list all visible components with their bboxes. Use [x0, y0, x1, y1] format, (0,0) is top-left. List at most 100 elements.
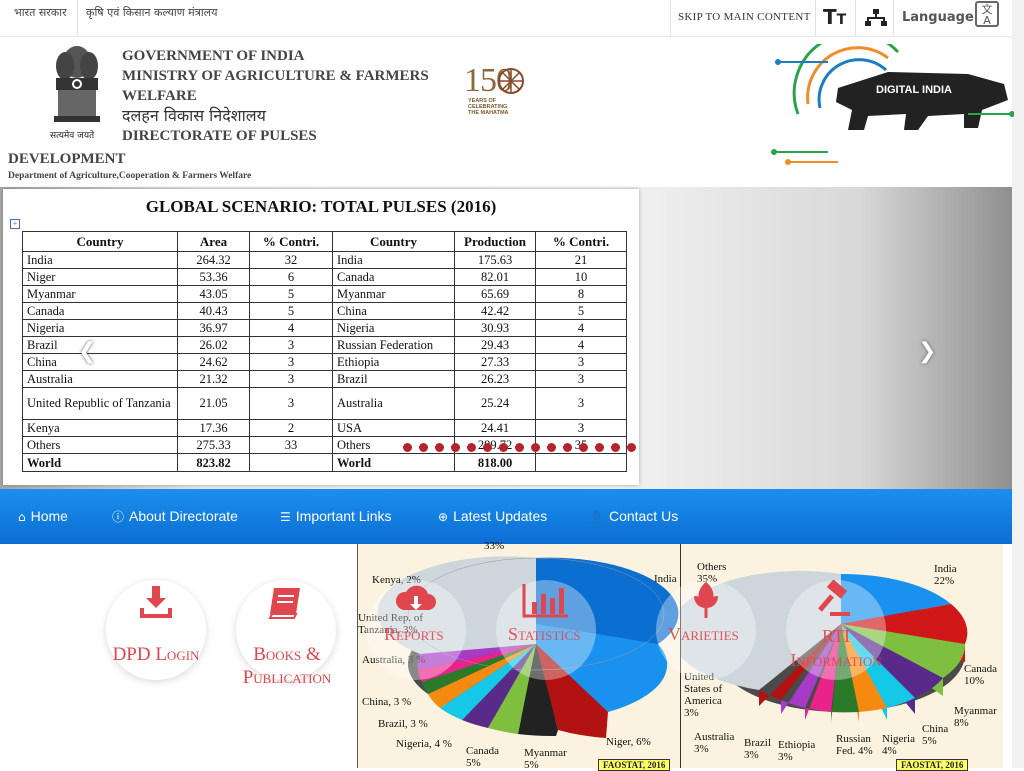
nav-about-directorate[interactable]: ⓘ About Directorate	[112, 504, 238, 528]
carousel-indicator-dot[interactable]	[531, 443, 540, 452]
table-cell: 21.05	[177, 387, 250, 420]
sitemap-icon[interactable]	[865, 9, 887, 27]
title-line-6: DEVELOPMENT	[8, 151, 126, 167]
table-cell: 823.82	[177, 453, 250, 472]
nav-contact-us[interactable]: 👤 Contact Us	[589, 504, 678, 528]
table-cell: World	[22, 453, 178, 472]
pie-label: India 22%	[934, 563, 957, 587]
nav-important-links[interactable]: ☰ Important Links	[280, 504, 391, 528]
ministry-hindi-link[interactable]: कृषि एवं किसान कल्याण मंत्रालय	[86, 5, 218, 20]
table-cell: 175.63	[454, 251, 536, 269]
table-cell: 53.36	[177, 268, 250, 286]
language-translate-icon[interactable]: 文A	[975, 1, 999, 27]
pie-label: India	[654, 573, 677, 585]
list-icon: ☰	[280, 510, 291, 524]
varieties-label[interactable]: Varieties	[668, 624, 739, 645]
table-cell: 25.24	[454, 387, 536, 420]
table-row: Nigeria 36.97 4 Nigeria 30.93 4	[22, 319, 627, 337]
table-cell: 82.01	[454, 268, 536, 286]
divider	[815, 0, 816, 36]
charkha-icon	[498, 68, 524, 94]
table-cell	[535, 453, 627, 472]
gavel-icon	[818, 580, 850, 616]
table-row: World 823.82 World 818.00	[22, 453, 627, 472]
carousel-indicator-dot[interactable]	[547, 443, 556, 452]
leaf-icon	[694, 582, 718, 618]
download-icon	[140, 586, 172, 618]
table-row: Myanmar 43.05 5 Myanmar 65.69 8	[22, 285, 627, 303]
cloud-download-icon	[395, 585, 436, 610]
carousel-indicator-dot[interactable]	[595, 443, 604, 452]
books-publication-label[interactable]: Books & Publication	[220, 643, 354, 689]
carousel-indicator-dot[interactable]	[419, 443, 428, 452]
pie-label: Brazil 3%	[744, 737, 771, 761]
pie-label: Canada 5%	[466, 745, 499, 769]
carousel-indicator-dot[interactable]	[435, 443, 444, 452]
table-cell: Niger	[22, 268, 178, 286]
pie-label: Myanmar 8%	[954, 705, 997, 729]
info-circle-icon: ⓘ	[112, 510, 125, 524]
dpd-login-label[interactable]: DPD Login	[98, 643, 214, 666]
table-cell: 3	[535, 419, 627, 437]
table-cell: 818.00	[454, 453, 536, 472]
table-cell: Myanmar	[22, 285, 178, 303]
pie-label: Myanmar 5%	[524, 747, 567, 771]
carousel-indicator-dot[interactable]	[627, 443, 636, 452]
carousel-indicator-dot[interactable]	[499, 443, 508, 452]
table-cell: 3	[535, 387, 627, 420]
carousel-indicator-dot[interactable]	[563, 443, 572, 452]
table-cell: 17.36	[177, 419, 250, 437]
chevron-left-icon[interactable]: ❮	[78, 339, 96, 364]
top-utility-bar: भारत सरकार कृषि एवं किसान कल्याण मंत्राल…	[0, 0, 1012, 37]
home-icon: ⌂	[18, 510, 26, 524]
search-plus-icon: ⊕	[438, 510, 449, 524]
table-cell: 40.43	[177, 302, 250, 320]
table-cell: 26.02	[177, 336, 250, 354]
carousel-indicator-dot[interactable]	[611, 443, 620, 452]
table-cell: United Republic of Tanzania	[22, 387, 178, 420]
title-line-3: WELFARE	[122, 88, 197, 104]
digital-india-graphic	[771, 44, 1014, 165]
table-cell: 8	[535, 285, 627, 303]
nav-latest-updates[interactable]: ⊕ Latest Updates	[438, 504, 547, 528]
table-cell: 264.32	[177, 251, 250, 269]
table-cell: 4	[535, 319, 627, 337]
chart-source: FAOSTAT, 2016	[598, 759, 671, 771]
table-cell: Canada	[332, 268, 455, 286]
text-size-icon[interactable]: TT	[823, 5, 846, 29]
reports-label[interactable]: Reports	[384, 624, 444, 645]
title-hindi: दलहन विकास निदेशालय	[122, 106, 266, 125]
table-row: Niger 53.36 6 Canada 82.01 10	[22, 268, 627, 286]
carousel-indicator-dot[interactable]	[515, 443, 524, 452]
table-cell: Canada	[22, 302, 178, 320]
nav-home[interactable]: ⌂ Home	[18, 504, 68, 528]
pie-label: Canada 10%	[964, 663, 997, 687]
language-selector[interactable]: Language	[902, 10, 974, 25]
table-cell: 24.41	[454, 419, 536, 437]
pie-label: Ethiopia 3%	[778, 739, 816, 763]
table-row: Australia 21.32 3 Brazil 26.23 3	[22, 370, 627, 388]
nav-about-label: About Directorate	[129, 508, 238, 524]
gandhi-150-logo: 150 YEARS OF CELEBRATING THE MAHATMA	[452, 60, 530, 120]
title-line-5: DIRECTORATE OF PULSES	[122, 128, 317, 144]
pie-label: China, 3 %	[362, 696, 412, 708]
statistics-label[interactable]: Statistics	[508, 624, 581, 645]
rti-information-label[interactable]: RTI Information	[786, 624, 886, 672]
skip-to-main-content-link[interactable]: SKIP TO MAIN CONTENT	[678, 11, 811, 23]
carousel-indicator-dot[interactable]	[483, 443, 492, 452]
table-row: United Republic of Tanzania 21.05 3 Austral…	[22, 387, 627, 420]
gov-hindi-link[interactable]: भारत सरकार	[14, 5, 67, 20]
carousel-indicators	[403, 443, 636, 453]
carousel-indicator-dot[interactable]	[403, 443, 412, 452]
table-cell: Brazil	[22, 336, 178, 354]
table-cell: 10	[535, 268, 627, 286]
table-cell: 3	[535, 353, 627, 371]
chevron-right-icon[interactable]: ❯	[918, 339, 936, 364]
logo150-sub: YEARS OF CELEBRATING THE MAHATMA	[468, 98, 509, 116]
carousel-indicator-dot[interactable]	[451, 443, 460, 452]
book-icon	[268, 588, 300, 619]
carousel-indicator-dot[interactable]	[579, 443, 588, 452]
table-cell: 27.33	[454, 353, 536, 371]
national-emblem-logo	[54, 46, 100, 122]
carousel-indicator-dot[interactable]	[467, 443, 476, 452]
